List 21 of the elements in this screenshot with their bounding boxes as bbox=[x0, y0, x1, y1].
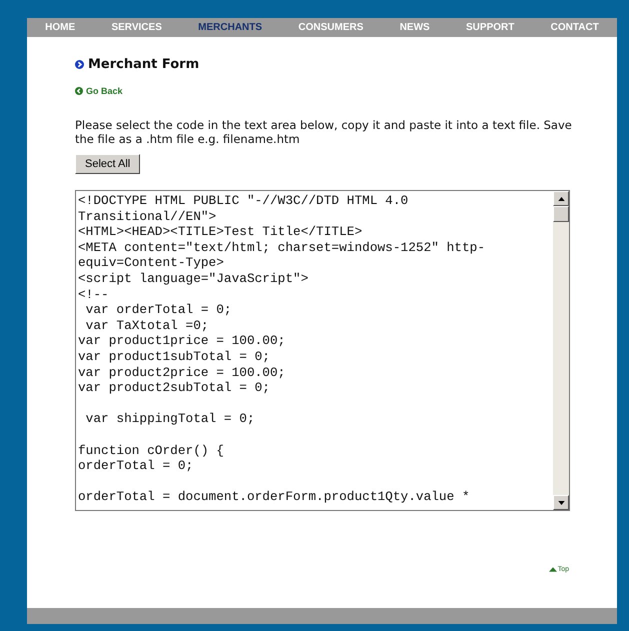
scroll-up-button[interactable] bbox=[553, 191, 569, 206]
scrollbar[interactable] bbox=[553, 191, 569, 510]
nav-tab[interactable]: SUPPORT bbox=[466, 22, 514, 33]
nav-tab[interactable]: NEWS bbox=[400, 22, 430, 33]
triangle-up-icon bbox=[558, 196, 564, 200]
circle-arrow-left-icon bbox=[75, 87, 83, 95]
code-text-area[interactable]: <!DOCTYPE HTML PUBLIC "-//W3C//DTD HTML 4.0 Transitional//EN"> <HTML><HEAD><TITLE>Test Title</TITLE> <META content="text/html; charset=windows-1252" http- equiv=Content-Type> <script language="JavaScript"> <!-- var orderTotal = 0; var TaXtotal =0; var product1price = 100.00; var product1subTotal = 0; var product2price = 100.00; var product2subTotal = 0; var shippingTotal = 0; function cOrder() { orderTotal = 0; orderTotal = document.orderForm.product1Qty.value * bbox=[75, 190, 570, 511]
triangle-up-icon bbox=[548, 567, 557, 572]
go-back-link[interactable]: Go Back bbox=[75, 86, 123, 96]
nav-tab[interactable]: SERVICES bbox=[111, 22, 162, 33]
nav-tab[interactable]: HOME bbox=[45, 22, 76, 33]
nav-tab[interactable]: CONSUMERS bbox=[298, 22, 364, 33]
nav-tab[interactable]: CONTACT bbox=[550, 22, 599, 33]
circle-arrow-right-icon bbox=[75, 60, 84, 69]
triangle-down-icon bbox=[558, 500, 564, 504]
select-all-button[interactable]: Select All bbox=[75, 154, 140, 174]
scroll-down-button[interactable] bbox=[553, 495, 569, 510]
nav-tab[interactable]: MERCHANTS bbox=[198, 22, 262, 33]
instructions-text: Please select the code in the text area below, copy it and paste it into a text file. Save the file as a .htm file e.g. filename.htm bbox=[75, 118, 573, 146]
scroll-thumb[interactable] bbox=[553, 206, 569, 222]
page-title: Merchant Form bbox=[88, 57, 200, 72]
